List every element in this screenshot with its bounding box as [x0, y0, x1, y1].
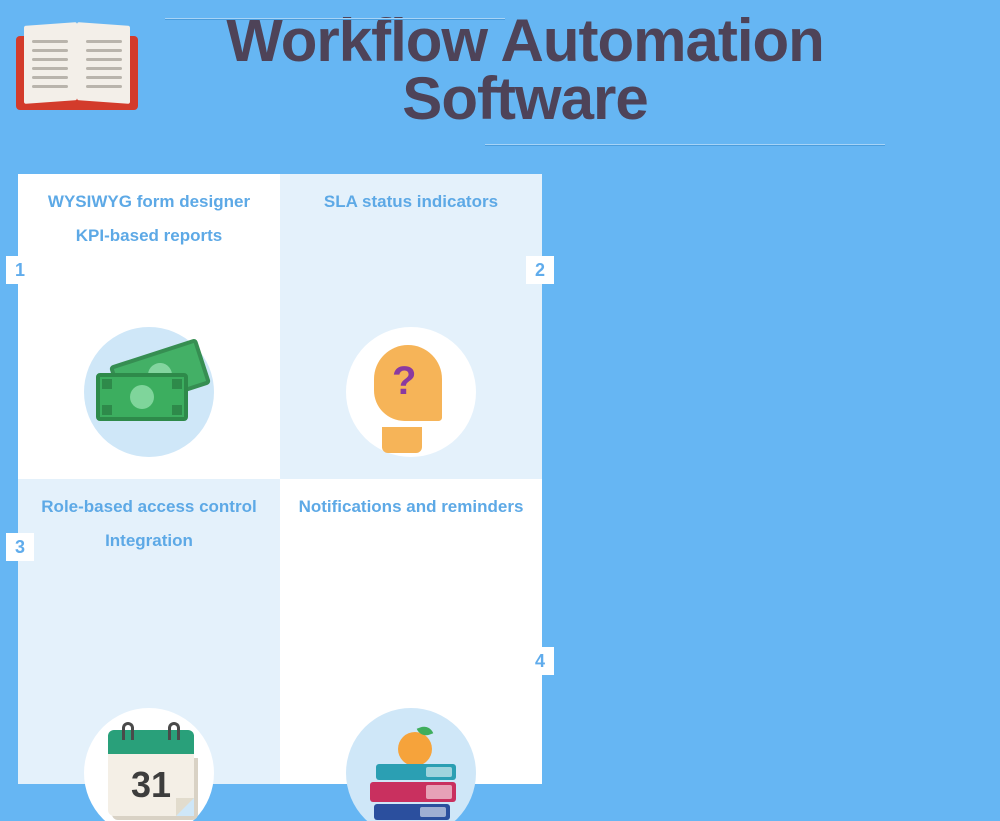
divider-bottom [485, 144, 885, 146]
books-orange-icon [346, 708, 476, 821]
number-badge: 1 [6, 256, 34, 284]
feature-subtitle: KPI-based reports [36, 226, 262, 246]
feature-cell-1: WYSIWYG form designer KPI-based reports … [18, 174, 280, 479]
title-line2: Software [402, 65, 647, 132]
page-title: Workflow Automation Software [165, 12, 885, 128]
feature-grid: WYSIWYG form designer KPI-based reports … [18, 174, 543, 784]
feature-title: Role-based access control [36, 497, 262, 517]
feature-title: SLA status indicators [298, 192, 524, 212]
feature-title: WYSIWYG form designer [36, 192, 262, 212]
open-book-icon [16, 24, 138, 110]
feature-cell-4: Notifications and reminders 4 [280, 479, 542, 784]
number-badge: 4 [526, 647, 554, 675]
head-question-icon: ? [346, 327, 476, 457]
number-badge: 3 [6, 533, 34, 561]
header: Workflow Automation Software [165, 12, 885, 128]
feature-subtitle: Integration [36, 531, 262, 551]
feature-cell-3: Role-based access control Integration 3 … [18, 479, 280, 784]
money-icon [84, 327, 214, 457]
number-badge: 2 [526, 256, 554, 284]
divider-top [165, 18, 505, 20]
calendar-icon: 31 [84, 708, 214, 821]
feature-title: Notifications and reminders [298, 497, 524, 517]
feature-cell-2: SLA status indicators 2 ? [280, 174, 542, 479]
